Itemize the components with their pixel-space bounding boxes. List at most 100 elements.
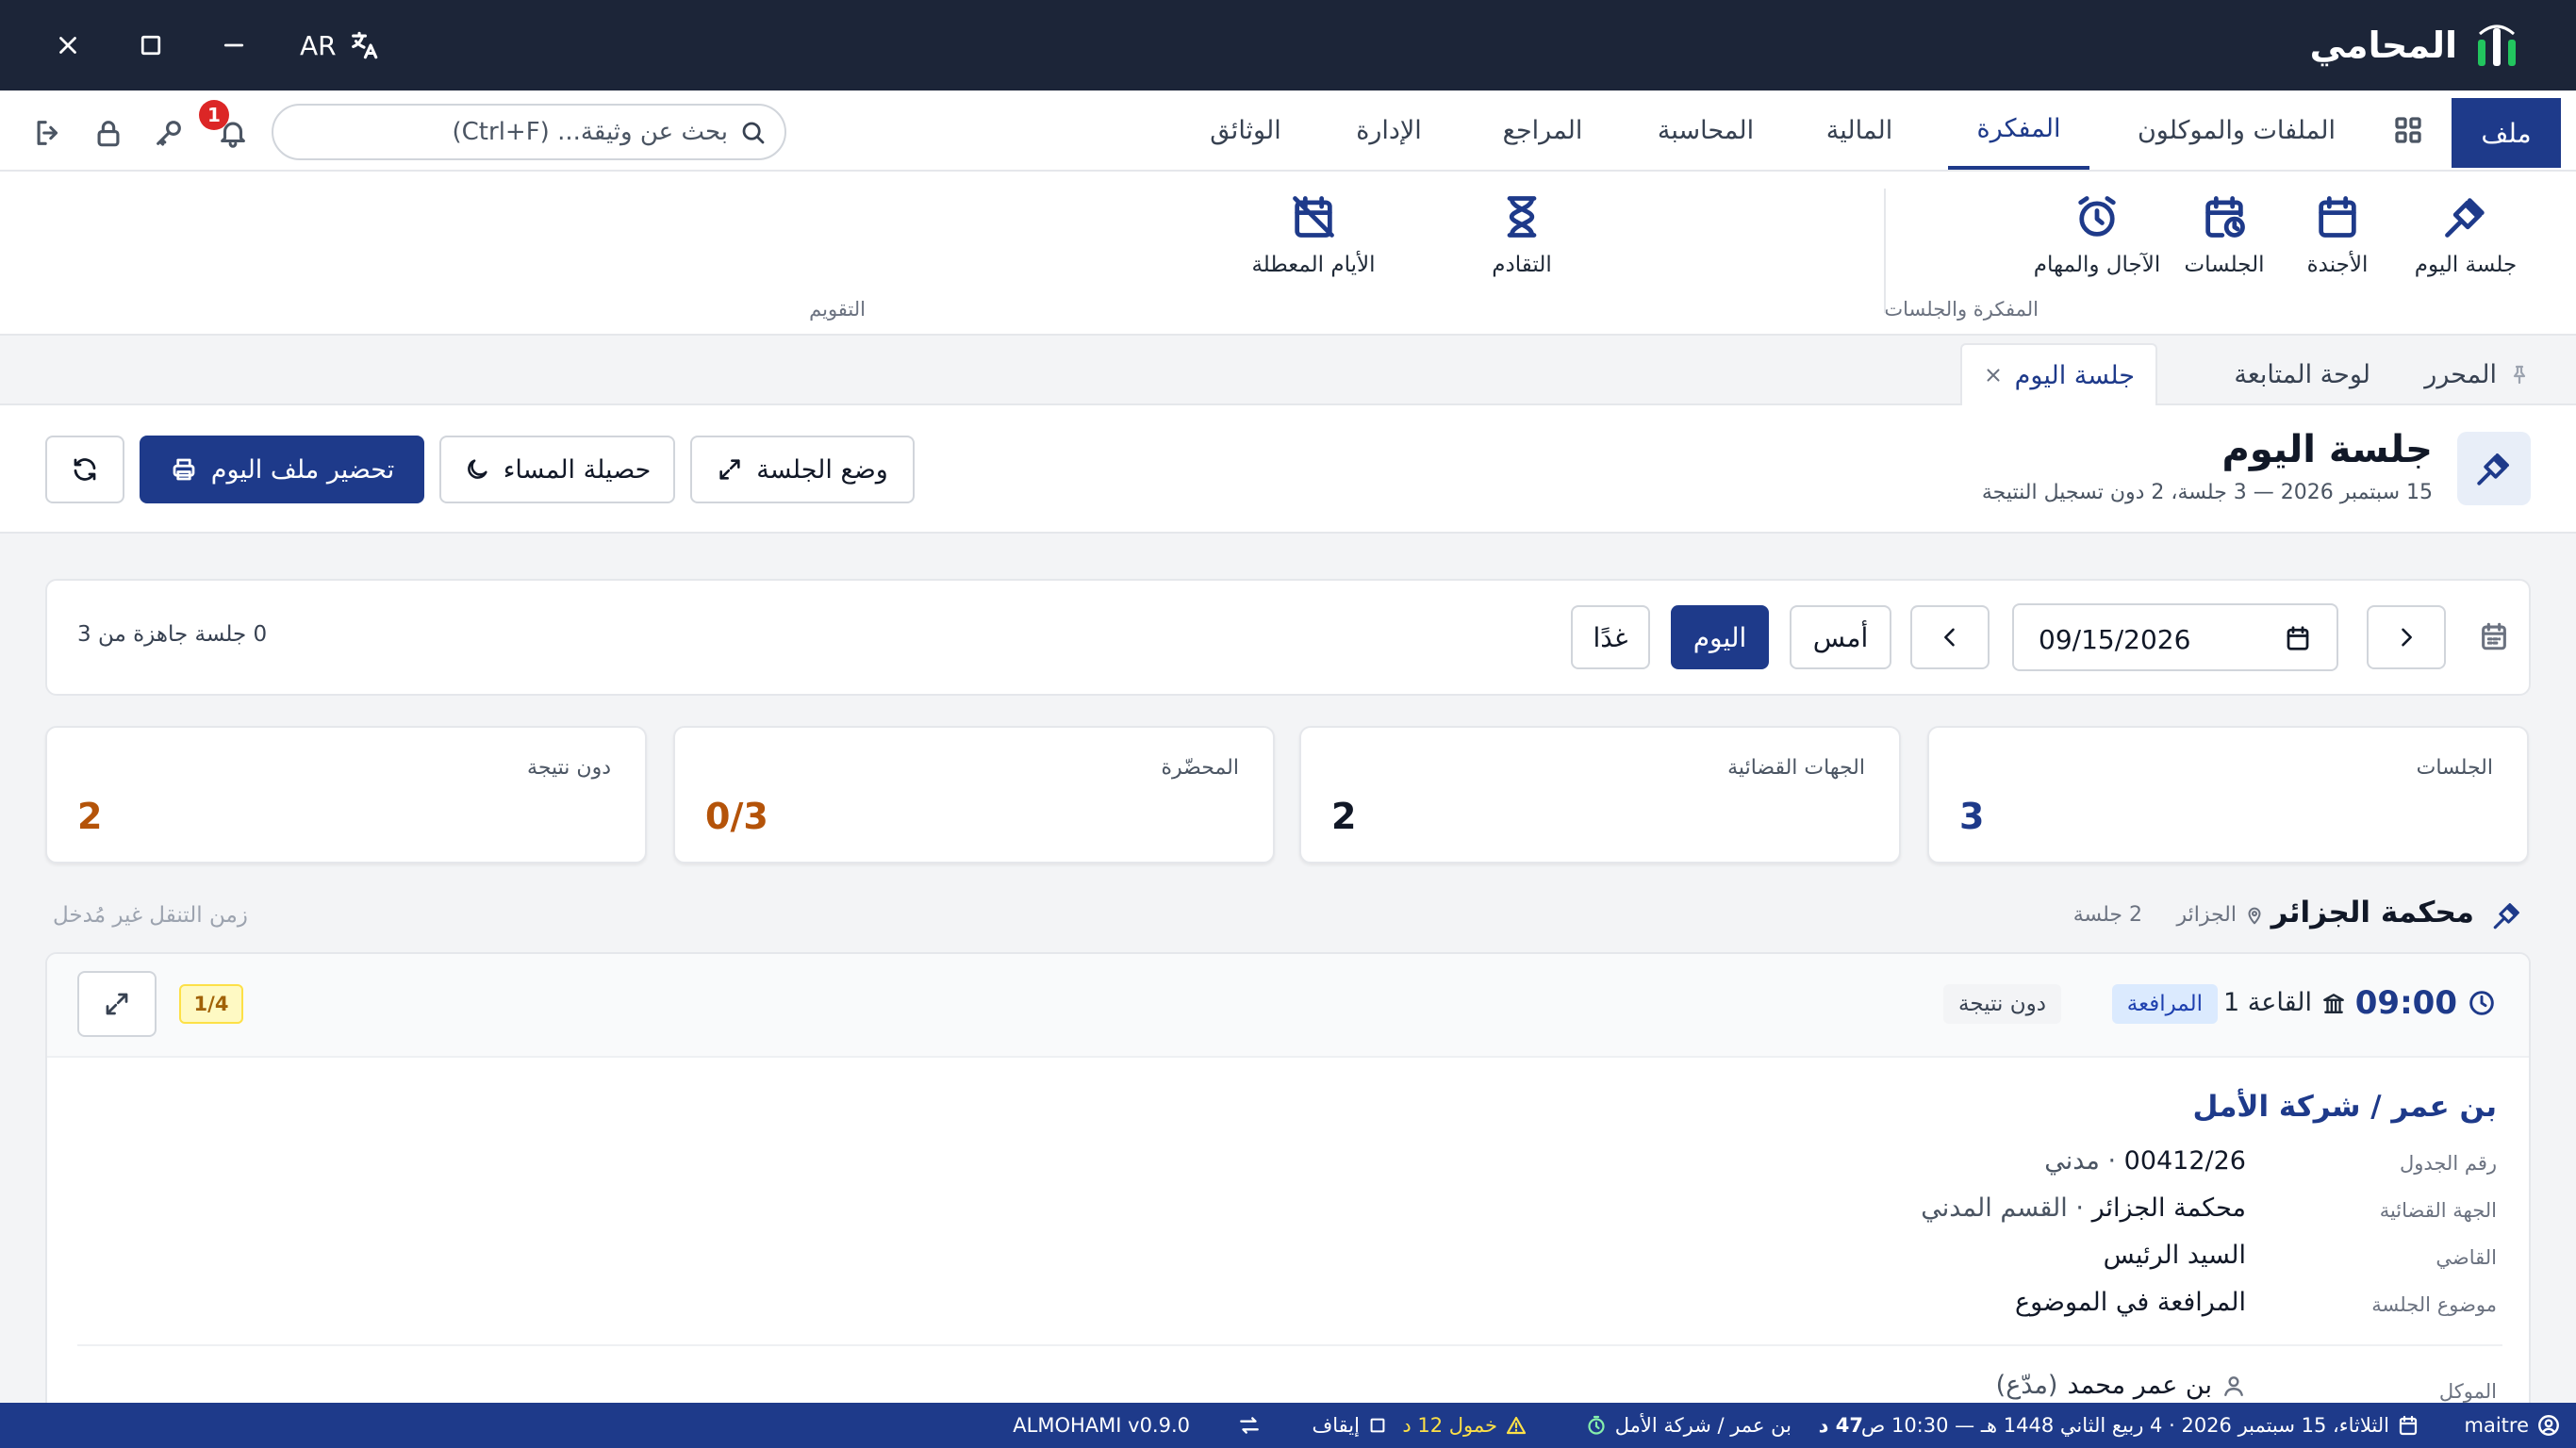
ribbon-group-agenda-sessions: المفكرة والجلسات [1884,298,2039,321]
language-toggle[interactable]: AR [300,23,380,68]
status-pause-button[interactable]: إيقاف [1313,1403,1388,1448]
date-picker-icon[interactable] [2284,624,2312,652]
status-user[interactable]: maitre [2465,1403,2562,1448]
close-icon [59,37,76,54]
calendar-clock-icon [2205,196,2245,238]
doc-tab-label: لوحة المتابعة [2234,359,2370,389]
ribbon-today-session[interactable]: جلسة اليوم [2395,192,2536,287]
document-search-box[interactable] [272,104,786,160]
translate-icon [351,31,377,59]
moon-icon [467,459,487,479]
date-input[interactable]: 09/15/2026 [2012,603,2338,671]
status-sync-icon[interactable] [1237,1403,1262,1448]
expand-session-button[interactable] [77,971,157,1037]
prepare-today-file-button[interactable]: تحضير ملف اليوم [140,436,424,503]
previous-day-button[interactable] [1910,605,1990,669]
logout-icon[interactable] [32,117,64,149]
court-session-count: 2 جلسة [2072,903,2142,927]
pin-icon [2513,365,2526,385]
court-label: الجهة القضائية [2379,1199,2497,1222]
page-header: جلسة اليوم 15 سبتمبر 2026 — 3 جلسة، 2 دو… [0,405,2576,534]
ribbon-deadlines-tasks[interactable]: الآجال والمهام [2026,192,2168,287]
title-bar: المحامي AR [0,0,2576,90]
status-version: ALMOHAMI v0.9.0 [1013,1414,1190,1437]
menu-tab-files-clients[interactable]: الملفات والموكلون [2123,90,2350,170]
client-label: الموكل [2438,1380,2497,1403]
expand-icon [106,993,128,1015]
app-logo-icon [2478,25,2516,66]
doc-tab-label: المحرر [2424,359,2497,389]
next-day-button[interactable] [2367,605,2446,669]
ribbon-group-divider [1884,189,1886,313]
apps-grid-icon[interactable] [2391,113,2425,147]
ribbon-sessions[interactable]: الجلسات [2154,192,2295,287]
session-card-header: 09:00 القاعة 1 المرافعة دون نتيجة 1/4 [47,954,2529,1058]
alarm-clock-icon [2078,196,2116,237]
status-pause-label: إيقاف [1312,1414,1360,1437]
chevron-left-icon [1944,628,1955,647]
session-card: 09:00 القاعة 1 المرافعة دون نتيجة 1/4 بن… [45,952,2531,1448]
menu-tab-administration[interactable]: الإدارة [1328,90,1450,170]
ribbon-label: الجلسات [2184,253,2265,277]
stat-value: 0/3 [705,796,768,837]
stat-label: الجلسات [2416,756,2493,780]
gavel-icon [2445,198,2485,238]
session-mode-button[interactable]: وضع الجلسة [690,436,915,503]
ribbon-prescription[interactable]: التقادم [1451,192,1593,287]
case-number-label: رقم الجدول [2399,1152,2497,1175]
calendar-off-icon [1293,196,1334,238]
case-category: مدني [2044,1146,2100,1176]
file-menu-button[interactable]: ملف [2452,98,2561,168]
map-pin-icon [2248,907,2261,924]
menu-tab-references[interactable]: المراجع [1477,90,1609,170]
document-tabs: المحرر لوحة المتابعة جلسة اليوم [0,336,2576,405]
page-subtitle: 15 سبتمبر 2026 — 3 جلسة، 2 دون تسجيل الن… [1981,481,2433,504]
status-timer: 47 د [1818,1414,1863,1437]
refresh-icon [74,458,96,481]
today-button[interactable]: اليوم [1671,605,1769,669]
minimize-button[interactable] [211,23,256,68]
key-icon[interactable] [153,117,185,149]
date-value: 09/15/2026 [2039,624,2191,655]
status-user-name: maitre [2464,1414,2530,1437]
status-idle-text: خمول 12 د [1402,1414,1497,1437]
close-tab-icon[interactable] [1983,365,2004,386]
stop-square-icon [1370,1418,1385,1433]
maximize-button[interactable] [128,23,173,68]
doc-tab-editor[interactable]: المحرر [2424,343,2531,405]
court-field-name: محكمة الجزائر [2091,1193,2246,1223]
court-name: محكمة الجزائر [2271,896,2474,930]
search-input[interactable] [313,106,728,158]
case-title-link[interactable]: بن عمر / شركة الأمل [2193,1090,2497,1124]
user-circle-icon [2538,1415,2559,1436]
timer-icon [1588,1415,1605,1435]
status-timer-case[interactable]: بن عمر / شركة الأمل [1585,1403,1792,1448]
ribbon-label: التقادم [1492,253,1552,277]
lock-icon[interactable] [92,117,124,149]
ribbon-holidays[interactable]: الأيام المعطلة [1243,192,1384,287]
tomorrow-button[interactable]: غدًا [1571,605,1650,669]
maximize-icon [140,35,161,56]
doc-tab-today-session[interactable]: جلسة اليوم [1959,343,2157,405]
court-value: محكمة الجزائر · القسم المدني [1921,1193,2246,1223]
ribbon-group-calendar: التقويم [809,298,866,321]
ribbon-toolbar: جلسة اليوم الأجندة الجلسات الأيام المعطل… [0,172,2576,336]
page-title: جلسة اليوم [2221,428,2434,471]
status-date-text: الثلاثاء، 15 سبتمبر 2026 · 4 ربيع الثاني… [1860,1414,2389,1437]
doc-tab-dashboard[interactable]: لوحة المتابعة [2234,343,2370,405]
close-window-button[interactable] [45,23,91,68]
status-bar: maitre الثلاثاء، 15 سبتمبر 2026 · 4 ربيع… [0,1403,2576,1448]
session-progress-badge: 1/4 [179,984,243,1024]
menu-tab-documents[interactable]: الوثائق [1184,90,1307,170]
evening-summary-button[interactable]: حصيلة المساء [439,436,675,503]
user-icon [2224,1375,2243,1396]
ribbon-label: الأيام المعطلة [1251,253,1376,277]
yesterday-button[interactable]: أمس [1790,605,1891,669]
menu-tab-accounting[interactable]: المحاسبة [1635,90,1776,170]
menu-tab-finance[interactable]: المالية [1803,90,1916,170]
stat-label: المحضّرة [1161,756,1239,780]
menu-tab-agenda[interactable]: المفكرة [1948,90,2089,170]
doc-tab-label: جلسة اليوم [2014,360,2135,390]
refresh-button[interactable] [45,436,124,503]
judge-value: السيد الرئيس [2103,1241,2246,1270]
